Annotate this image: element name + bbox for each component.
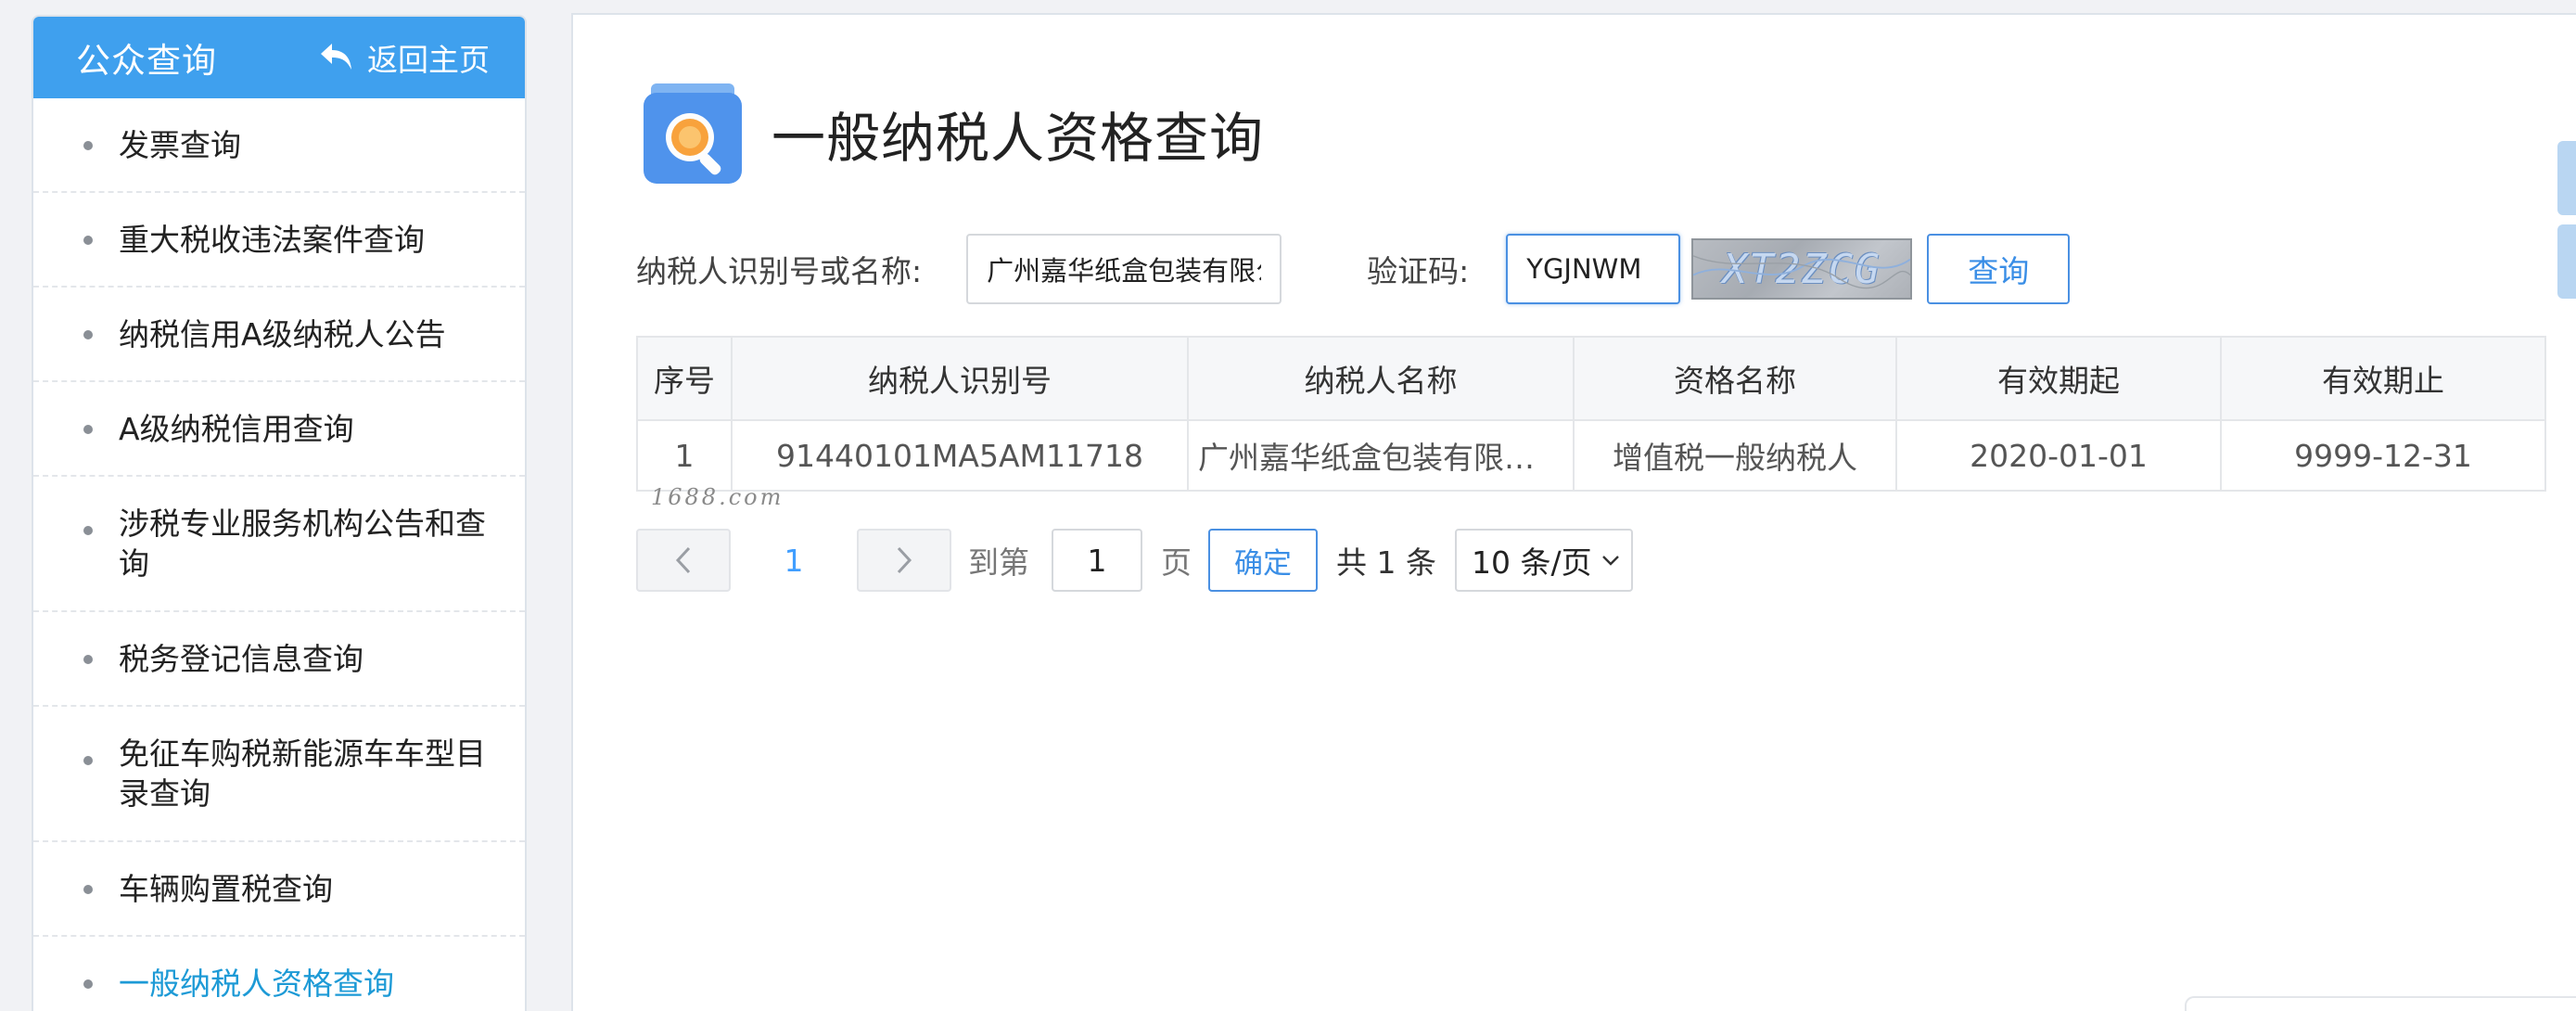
sidebar-title: 公众查询 (76, 41, 217, 81)
confirm-button[interactable]: 确定 (1208, 529, 1318, 592)
column-header: 资格名称 (1573, 336, 1897, 421)
goto-label: 到第 (968, 544, 1029, 581)
sidebar-menu: 发票查询 重大税收违法案件查询 纳税信用A级纳税人公告 A级纳税信用查询 涉税专… (33, 98, 525, 1011)
sidebar-item-label: 免征车购税新能源车车型目录查询 (119, 736, 486, 812)
table-row: 1 91440101MA5AM11718 广州嘉华纸盒包装有限公司 增值税一般纳… (636, 419, 2546, 492)
page-unit-label: 页 (1161, 544, 1192, 581)
column-header: 有效期起 (1895, 336, 2222, 421)
sidebar-item-tax-agency-query[interactable]: 涉税专业服务机构公告和查询 (33, 477, 525, 612)
chevron-down-icon (1602, 556, 1619, 566)
bullet-icon (83, 756, 93, 765)
app-root: 公众查询 返回主页 发票查询 重大税收违法案件查询 纳税信用A级纳税人公告 A级… (0, 0, 2576, 1011)
sidebar-item-label: 重大税收违法案件查询 (119, 221, 425, 258)
sidebar-item-registration-query[interactable]: 税务登记信息查询 (33, 612, 525, 707)
floating-side-tab[interactable] (2557, 141, 2576, 215)
bullet-icon (83, 979, 93, 989)
captcha-noise (1693, 255, 1911, 289)
query-button[interactable]: 查询 (1927, 234, 2071, 304)
bullet-icon (83, 236, 93, 245)
sidebar-header: 公众查询 返回主页 (33, 17, 525, 98)
column-header: 纳税人识别号 (731, 336, 1189, 421)
chevron-right-icon (897, 546, 912, 574)
bullet-icon (83, 885, 93, 894)
table-cell: 91440101MA5AM11718 (731, 419, 1189, 492)
taxpayer-label: 纳税人识别号或名称: (636, 253, 923, 289)
column-header: 序号 (636, 336, 733, 421)
sidebar-item-major-violation-query[interactable]: 重大税收违法案件查询 (33, 193, 525, 288)
back-home-label: 返回主页 (367, 42, 490, 78)
next-page-button[interactable] (857, 529, 951, 592)
sidebar-item-ev-catalog-query[interactable]: 免征车购税新能源车车型目录查询 (33, 707, 525, 842)
sidebar-item-label: 一般纳税人资格查询 (119, 965, 394, 1002)
prev-page-button[interactable] (636, 529, 731, 592)
bullet-icon (83, 425, 93, 434)
current-page-number[interactable]: 1 (731, 543, 857, 579)
sidebar-item-label: 纳税信用A级纳税人公告 (119, 315, 446, 352)
sidebar-item-label: 车辆购置税查询 (119, 870, 333, 907)
watermark: 1688.com (651, 484, 784, 510)
chevron-left-icon (675, 546, 691, 574)
goto-page-input[interactable] (1052, 529, 1142, 592)
bullet-icon (83, 655, 93, 664)
total-count: 共 1 条 (1336, 544, 1436, 581)
sidebar-item-label: 涉税专业服务机构公告和查询 (119, 506, 486, 582)
sidebar-item-label: 发票查询 (119, 126, 241, 163)
bottom-corner-widget (2185, 996, 2576, 1011)
sidebar-item-a-level-credit-query[interactable]: A级纳税信用查询 (33, 382, 525, 477)
column-header: 有效期止 (2220, 336, 2546, 421)
reply-arrow-icon (321, 44, 351, 70)
main-panel: 一般纳税人资格查询 纳税人识别号或名称: 验证码: XT2ZCG 查询 (571, 13, 2576, 1011)
sidebar-item-general-taxpayer-query[interactable]: 一般纳税人资格查询 (33, 937, 525, 1011)
captcha-input[interactable] (1506, 234, 1681, 304)
sidebar: 公众查询 返回主页 发票查询 重大税收违法案件查询 纳税信用A级纳税人公告 A级… (32, 15, 527, 1011)
search-form: 纳税人识别号或名称: 验证码: XT2ZCG 查询 (636, 234, 2071, 304)
back-home-link[interactable]: 返回主页 (319, 35, 490, 80)
floating-side-tab[interactable] (2557, 224, 2576, 299)
bullet-icon (83, 526, 93, 535)
search-document-icon (644, 83, 742, 184)
table-cell: 增值税一般纳税人 (1573, 419, 1897, 492)
result-table: 序号 纳税人识别号 纳税人名称 资格名称 有效期起 有效期止 1 9144010… (636, 336, 2546, 492)
sidebar-item-label: 税务登记信息查询 (119, 640, 363, 677)
table-header-row: 序号 纳税人识别号 纳税人名称 资格名称 有效期起 有效期止 (636, 336, 2546, 421)
captcha-label: 验证码: (1367, 253, 1470, 289)
taxpayer-input[interactable] (966, 234, 1282, 304)
pagination: 1 到第 页 确定 共 1 条 10 条/页 (636, 529, 1633, 592)
sidebar-item-label: A级纳税信用查询 (119, 410, 354, 447)
table-cell: 广州嘉华纸盒包装有限公司 (1187, 419, 1575, 492)
table-cell: 9999-12-31 (2220, 419, 2546, 492)
sidebar-item-a-level-announcement[interactable]: 纳税信用A级纳税人公告 (33, 288, 525, 382)
captcha-image[interactable]: XT2ZCG (1691, 238, 1913, 300)
table-cell: 1 (636, 419, 733, 492)
column-header: 纳税人名称 (1187, 336, 1575, 421)
page-header: 一般纳税人资格查询 (642, 82, 1264, 186)
page-size-value: 10 条/页 (1471, 544, 1592, 581)
page-size-select[interactable]: 10 条/页 (1454, 529, 1633, 592)
bullet-icon (83, 330, 93, 339)
sidebar-item-invoice-query[interactable]: 发票查询 (33, 98, 525, 193)
page-title: 一般纳税人资格查询 (772, 107, 1265, 170)
sidebar-item-vehicle-tax-query[interactable]: 车辆购置税查询 (33, 842, 525, 937)
table-cell: 2020-01-01 (1895, 419, 2222, 492)
bullet-icon (83, 141, 93, 150)
